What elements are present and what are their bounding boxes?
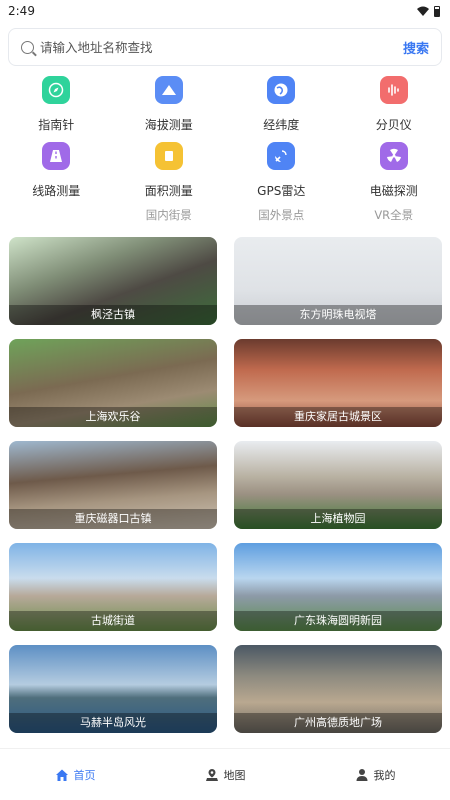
status-time: 2:49 bbox=[8, 4, 35, 18]
home-icon bbox=[55, 769, 68, 781]
nav-home[interactable]: 首页 bbox=[55, 767, 96, 783]
place-card[interactable]: 重庆磁器口古镇 bbox=[9, 441, 217, 529]
search-icon bbox=[21, 40, 34, 54]
status-bar: 2:49 bbox=[0, 0, 450, 22]
place-name: 古城街道 bbox=[9, 611, 217, 631]
tab-vr-panorama[interactable]: VR全景 bbox=[338, 207, 450, 231]
place-card[interactable]: 古城街道 bbox=[9, 543, 217, 631]
tab-foreign-attractions[interactable]: 国外景点 bbox=[225, 207, 338, 231]
tool-label: 电磁探测 bbox=[369, 184, 418, 198]
sound-wave-icon bbox=[379, 76, 408, 104]
tool-label: 面积测量 bbox=[144, 184, 193, 198]
place-name: 枫泾古镇 bbox=[9, 305, 217, 325]
nav-map[interactable]: 地图 bbox=[205, 767, 246, 783]
user-icon bbox=[356, 768, 367, 781]
tool-label: GPS雷达 bbox=[257, 184, 306, 198]
globe-icon bbox=[267, 76, 296, 104]
tool-grid: 指南针 海拔测量 经纬度 分贝仪 线路测量 面积测量 GPS雷达 电磁探测 bbox=[0, 74, 450, 206]
nav-mine[interactable]: 我的 bbox=[355, 767, 396, 783]
tool-area[interactable]: 面积测量 bbox=[113, 140, 226, 206]
tool-label: 经纬度 bbox=[263, 118, 300, 132]
radiation-icon bbox=[379, 142, 408, 170]
tool-label: 指南针 bbox=[38, 118, 75, 132]
place-grid: 枫泾古镇 东方明珠电视塔 上海欢乐谷 重庆家居古城景区 重庆磁器口古镇 上海植物… bbox=[0, 237, 450, 733]
tool-label: 线路测量 bbox=[32, 184, 81, 198]
satellite-icon bbox=[267, 142, 296, 170]
place-name: 广东珠海圆明新园 bbox=[234, 611, 442, 631]
place-card[interactable]: 上海植物园 bbox=[234, 441, 442, 529]
place-card[interactable]: 东方明珠电视塔 bbox=[234, 237, 442, 325]
tool-compass[interactable]: 指南针 bbox=[0, 74, 113, 140]
tool-gps-radar[interactable]: GPS雷达 bbox=[225, 140, 338, 206]
search-bar: 搜索 bbox=[8, 28, 442, 66]
nav-home-label: 首页 bbox=[73, 768, 96, 782]
place-name: 马赫半岛风光 bbox=[9, 713, 217, 733]
place-card[interactable]: 枫泾古镇 bbox=[9, 237, 217, 325]
map-pin-icon bbox=[205, 768, 218, 781]
nav-mine-label: 我的 bbox=[373, 768, 396, 782]
compass-icon bbox=[42, 76, 71, 104]
place-card[interactable]: 广东珠海圆明新园 bbox=[234, 543, 442, 631]
bottom-nav: 首页 地图 我的 bbox=[0, 748, 450, 800]
place-card[interactable]: 重庆家居古城景区 bbox=[234, 339, 442, 427]
area-icon bbox=[154, 142, 183, 170]
tool-decibel[interactable]: 分贝仪 bbox=[338, 74, 450, 140]
nav-map-label: 地图 bbox=[223, 768, 246, 782]
place-name: 重庆磁器口古镇 bbox=[9, 509, 217, 529]
category-tabs: 国内街景 国外景点 VR全景 bbox=[0, 207, 450, 231]
place-name: 东方明珠电视塔 bbox=[234, 305, 442, 325]
tool-label: 分贝仪 bbox=[375, 118, 412, 132]
place-name: 广州高德质地广场 bbox=[234, 713, 442, 733]
road-icon bbox=[42, 142, 71, 170]
tool-route[interactable]: 线路测量 bbox=[0, 140, 113, 206]
status-icons bbox=[417, 5, 440, 17]
place-name: 上海植物园 bbox=[234, 509, 442, 529]
place-card[interactable]: 广州高德质地广场 bbox=[234, 645, 442, 733]
tool-coordinates[interactable]: 经纬度 bbox=[225, 74, 338, 140]
tool-emf[interactable]: 电磁探测 bbox=[338, 140, 450, 206]
place-name: 上海欢乐谷 bbox=[9, 407, 217, 427]
search-button[interactable]: 搜索 bbox=[403, 38, 429, 57]
place-name: 重庆家居古城景区 bbox=[234, 407, 442, 427]
battery-icon bbox=[434, 5, 440, 17]
place-card[interactable]: 马赫半岛风光 bbox=[9, 645, 217, 733]
wifi-icon bbox=[417, 6, 429, 16]
place-card[interactable]: 上海欢乐谷 bbox=[9, 339, 217, 427]
tab-domestic-street-view[interactable]: 国内街景 bbox=[113, 207, 226, 231]
tool-label: 海拔测量 bbox=[144, 118, 193, 132]
mountain-icon bbox=[154, 76, 183, 104]
search-input[interactable] bbox=[40, 39, 403, 55]
tool-altitude[interactable]: 海拔测量 bbox=[113, 74, 226, 140]
